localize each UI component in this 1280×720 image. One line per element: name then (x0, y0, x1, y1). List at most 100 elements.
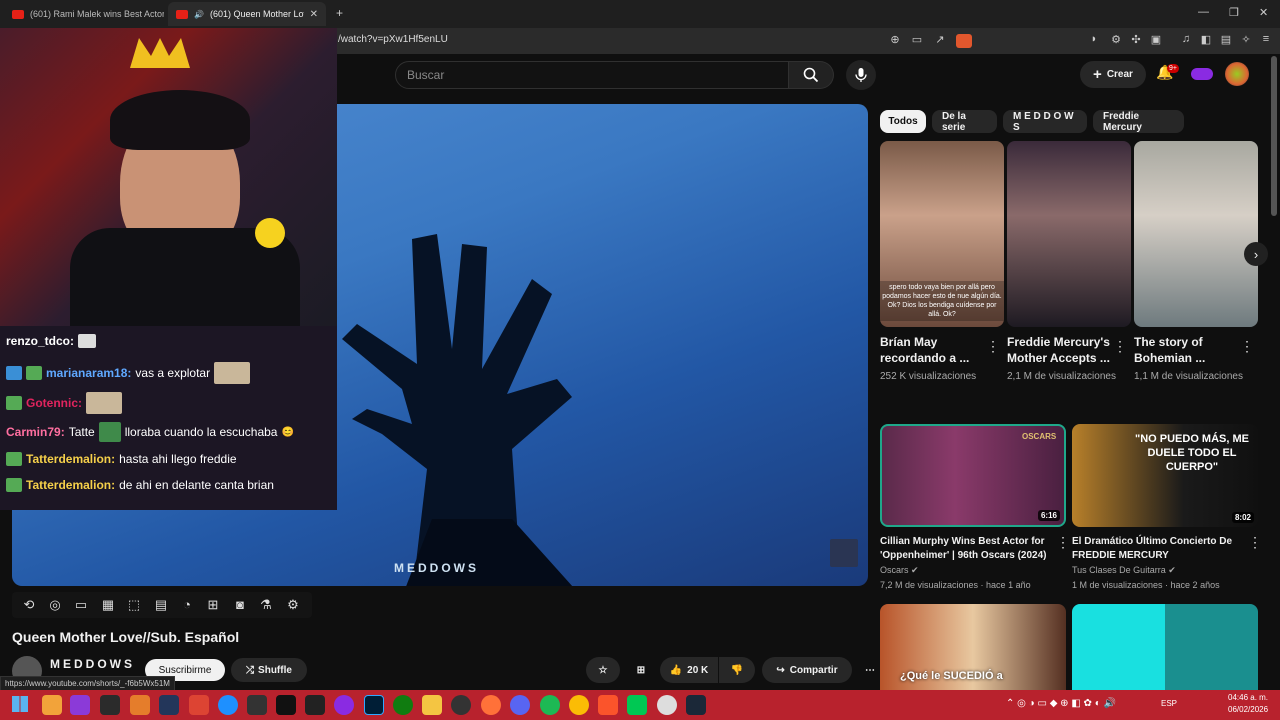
save-star-button[interactable]: ☆ (586, 657, 620, 683)
short-title[interactable]: Brían May recordando a ... (880, 334, 990, 366)
menu-icon[interactable]: ≡ (1258, 33, 1274, 45)
share-button[interactable]: ↪ Compartir (762, 657, 852, 683)
windows-start-icon[interactable] (12, 696, 28, 712)
dislike-button[interactable]: 👎 (719, 657, 755, 683)
app-icon[interactable] (276, 695, 296, 715)
video-channel[interactable]: Tus Clases De Guitarra ✔ (1072, 565, 1176, 576)
video-thumbnail[interactable]: ¿Qué le SUCEDIÓ a (880, 604, 1066, 690)
next-shorts-button[interactable]: › (1244, 242, 1268, 266)
video-thumbnail[interactable]: "NO PUEDO MÁS, ME DUELE TODO EL CUERPO" … (1072, 424, 1258, 527)
sidebar-icon[interactable]: ▣ (1148, 33, 1164, 46)
panel-icon[interactable]: ◧ (1198, 33, 1214, 46)
stack-app-icon[interactable] (42, 695, 62, 715)
create-button[interactable]: + Crear (1080, 61, 1146, 88)
video-menu-icon[interactable]: ⋮ (1056, 534, 1070, 551)
video-title-link[interactable]: Cillian Murphy Wins Best Actor for 'Oppe… (880, 535, 1052, 563)
tab-rami-malek[interactable]: (601) Rami Malek wins Best Actor | 9 (4, 2, 164, 26)
short-title[interactable]: Freddie Mercury's Mother Accepts ... (1007, 334, 1117, 366)
system-tray-icons[interactable]: ⌃ ◎ ◑ ▭ ◆ ⊕ ◧ ✿ ◐ 🔊 (1006, 698, 1116, 709)
broadcast-icon[interactable]: ◎ (46, 597, 64, 613)
short-menu-icon[interactable]: ⋮ (1113, 338, 1127, 355)
chip-freddie-mercury[interactable]: Freddie Mercury (1093, 110, 1184, 133)
close-tab-icon[interactable]: ✕ (310, 9, 318, 20)
short-menu-icon[interactable]: ⋮ (986, 338, 1000, 355)
cast-icon[interactable]: ▭ (909, 33, 925, 46)
language-indicator[interactable]: ESP (1161, 699, 1177, 708)
tab-queen-mother-love[interactable]: 🔊 (601) Queen Mother Love//Su ✕ (168, 2, 326, 26)
brave-shield-icon[interactable] (956, 34, 972, 48)
photoshop-icon[interactable] (364, 695, 384, 715)
video-menu-icon[interactable]: ⋮ (1248, 534, 1262, 551)
lab-icon[interactable]: ⚗ (257, 597, 275, 613)
short-title[interactable]: The story of Bohemian ... (1134, 334, 1244, 366)
youtube-icon (12, 9, 24, 19)
app-icon[interactable] (159, 695, 179, 715)
spotify-icon[interactable] (540, 695, 560, 715)
shuffle-button[interactable]: ⤮ Shuffle (231, 658, 307, 682)
gear-icon[interactable]: ⚙ (284, 597, 302, 613)
app-icon[interactable] (100, 695, 120, 715)
wallet-icon[interactable]: ▤ (1218, 33, 1234, 46)
video-thumbnail[interactable] (1072, 604, 1258, 690)
media-icon[interactable]: ♫ (1178, 33, 1194, 45)
app-icon[interactable] (657, 695, 677, 715)
window-close-icon[interactable]: ✕ (1259, 6, 1268, 19)
share-page-icon[interactable]: ↗ (932, 33, 948, 46)
app-icon[interactable] (627, 695, 647, 715)
app-icon[interactable] (305, 695, 325, 715)
app-icon[interactable] (70, 695, 90, 715)
short-thumbnail[interactable]: spero todo vaya bien por allá pero podam… (880, 141, 1004, 327)
translate-icon[interactable]: ◗ (1086, 33, 1102, 45)
discord-icon[interactable] (510, 695, 530, 715)
short-thumbnail[interactable] (1134, 141, 1258, 327)
extension-icon[interactable]: ⚙ (1108, 33, 1124, 46)
video-title-link[interactable]: El Dramático Último Concierto De FREDDIE… (1072, 535, 1244, 563)
brave-icon[interactable] (598, 695, 618, 715)
chrome-icon[interactable] (569, 695, 589, 715)
firefox-icon[interactable] (481, 695, 501, 715)
video-thumbnail[interactable]: OSCARS 6:16 (880, 424, 1066, 527)
chip-de-la-serie[interactable]: De la serie (932, 110, 997, 133)
steam-icon[interactable] (686, 695, 706, 715)
speed-icon[interactable]: ◔ (178, 597, 196, 612)
video-channel[interactable]: Oscars ✔ (880, 565, 919, 576)
taskbar-clock[interactable]: 04:46 a. m. 06/02/2026 (1228, 692, 1268, 716)
search-input[interactable] (395, 61, 789, 89)
app-icon[interactable] (130, 695, 150, 715)
screenshot-icon[interactable]: ◙ (231, 597, 249, 612)
zoom-icon[interactable]: ⊕ (887, 33, 903, 46)
github-icon[interactable] (451, 695, 471, 715)
minimize-icon[interactable]: — (1198, 6, 1209, 18)
new-tab-button[interactable]: + (336, 6, 343, 20)
more-actions-button[interactable]: ⋯ (858, 657, 882, 683)
short-menu-icon[interactable]: ⋮ (1240, 338, 1254, 355)
add-icon[interactable]: ⊞ (204, 597, 222, 613)
search-button[interactable] (789, 61, 834, 89)
theater-icon[interactable]: ▤ (152, 597, 170, 613)
app-icon[interactable] (247, 695, 267, 715)
chip-meddows[interactable]: M E D D O W S (1003, 110, 1087, 133)
scrollbar[interactable] (1271, 56, 1277, 216)
app-icon[interactable] (334, 695, 354, 715)
leo-icon[interactable]: ✧ (1238, 33, 1254, 46)
chip-todos[interactable]: Todos (880, 110, 926, 133)
app-icon[interactable] (189, 695, 209, 715)
folder-icon[interactable] (422, 695, 442, 715)
restore-icon[interactable]: ❐ (1229, 6, 1239, 19)
xbox-icon[interactable] (393, 695, 413, 715)
channel-watermark-thumbnail[interactable] (830, 539, 858, 567)
like-button[interactable]: 👍 20 K (660, 657, 718, 683)
grid-button[interactable]: ⊞ (626, 657, 656, 683)
url-text[interactable]: /watch?v=pXw1Hf5enLU (338, 34, 448, 45)
avatar[interactable] (1225, 62, 1249, 86)
channel-name[interactable]: MEDDOWS (50, 657, 135, 671)
loop-icon[interactable]: ⟲ (20, 597, 38, 613)
cinema-icon[interactable]: ▦ (99, 597, 117, 613)
puzzle-icon[interactable]: ✣ (1128, 33, 1144, 46)
subtitles-icon[interactable]: ▭ (72, 597, 90, 613)
voice-search-button[interactable] (846, 60, 876, 90)
resize-icon[interactable]: ⬚ (125, 597, 143, 613)
live-icon[interactable] (1191, 68, 1213, 80)
short-thumbnail[interactable] (1007, 141, 1131, 327)
browser-icon[interactable] (218, 695, 238, 715)
